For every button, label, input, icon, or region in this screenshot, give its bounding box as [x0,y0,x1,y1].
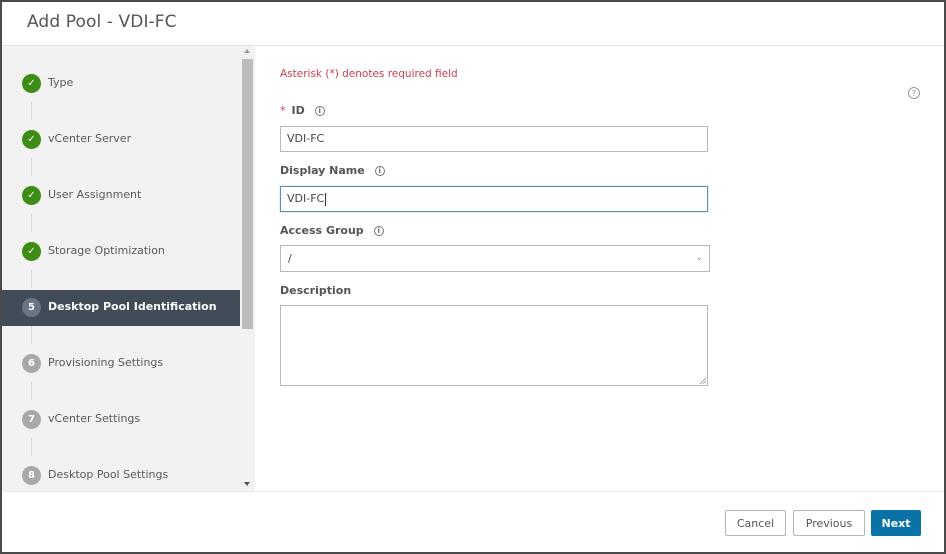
form-panel: Asterisk (*) denotes required field ? * … [255,46,944,491]
wizard-step-storage-optimization[interactable]: ✓ Storage Optimization [2,234,240,270]
step-connector [31,326,32,344]
previous-button[interactable]: Previous [793,510,865,536]
wizard-step-desktop-pool-identification[interactable]: 5 Desktop Pool Identification [2,290,240,326]
scroll-up-arrow-icon[interactable] [244,49,250,53]
wizard-step-type[interactable]: ✓ Type [2,66,240,102]
step-connector [31,102,32,120]
display-name-input[interactable]: VDI-FC [280,186,708,212]
display-name-label: Display Name i [280,164,385,177]
wizard-step-label: Desktop Pool Settings [48,468,169,481]
step-number-badge: 6 [22,354,41,373]
check-icon: ✓ [22,242,41,261]
info-icon[interactable]: i [373,225,384,236]
display-name-label-text: Display Name [280,164,365,177]
id-input[interactable]: VDI-FC [280,126,708,152]
text-caret [325,192,327,206]
wizard-step-user-assignment[interactable]: ✓ User Assignment [2,178,240,214]
help-icon[interactable]: ? [908,87,920,99]
wizard-step-vcenter-settings[interactable]: 7 vCenter Settings [2,402,240,438]
step-number-badge: 5 [22,298,41,317]
wizard-step-desktop-pool-settings[interactable]: 8 Desktop Pool Settings [2,458,240,491]
step-number-badge: 8 [22,466,41,485]
access-group-label: Access Group i [280,224,384,237]
wizard-step-label: vCenter Settings [48,412,141,425]
sidebar-scrollbar[interactable] [241,46,255,491]
wizard-steps-sidebar: ✓ Type ✓ vCenter Server ✓ User Assignment ✓ Sto… [2,46,255,491]
dialog-footer: Cancel Previous Next [2,491,944,552]
chevron-down-icon: ⌄ [695,253,703,263]
wizard-step-label: Storage Optimization [48,244,165,257]
check-icon: ✓ [22,74,41,93]
check-icon: ✓ [22,130,41,149]
step-connector [31,158,32,176]
access-group-select[interactable]: / ⌄ [280,245,710,272]
step-number-badge: 7 [22,410,41,429]
step-connector [31,214,32,232]
access-group-value: / [288,252,292,265]
wizard-step-provisioning-settings[interactable]: 6 Provisioning Settings [2,346,240,382]
dialog-header: Add Pool - VDI-FC [2,2,944,46]
next-button[interactable]: Next [871,510,921,536]
dialog-title: Add Pool - VDI-FC [27,12,177,32]
info-icon[interactable]: i [374,165,385,176]
add-pool-dialog: Add Pool - VDI-FC ✓ Type ✓ vCenter Server ✓ U… [0,0,946,554]
wizard-step-label: Type [48,76,74,89]
description-textarea[interactable] [280,305,708,386]
required-field-note: Asterisk (*) denotes required field [280,68,458,80]
step-connector [31,382,32,400]
scrollbar-thumb[interactable] [242,59,253,329]
cancel-button[interactable]: Cancel [725,510,786,536]
resize-handle-icon[interactable] [700,378,706,384]
access-group-label-text: Access Group [280,224,364,237]
wizard-step-label: Desktop Pool Identification [48,300,217,313]
wizard-step-label: vCenter Server [48,132,132,145]
check-icon: ✓ [22,186,41,205]
scroll-down-arrow-icon[interactable] [244,482,250,486]
description-label-text: Description [280,284,352,297]
description-label: Description [280,284,351,297]
id-label-text: ID [291,104,305,117]
info-icon[interactable]: i [314,105,325,116]
wizard-step-vcenter-server[interactable]: ✓ vCenter Server [2,122,240,158]
id-input-value: VDI-FC [287,132,325,145]
display-name-input-value: VDI-FC [287,192,325,205]
wizard-step-label: Provisioning Settings [48,356,164,369]
step-connector [31,438,32,456]
wizard-step-label: User Assignment [48,188,142,201]
id-label: * ID i [280,104,325,117]
required-asterisk: * [280,104,286,117]
step-connector [31,270,32,288]
